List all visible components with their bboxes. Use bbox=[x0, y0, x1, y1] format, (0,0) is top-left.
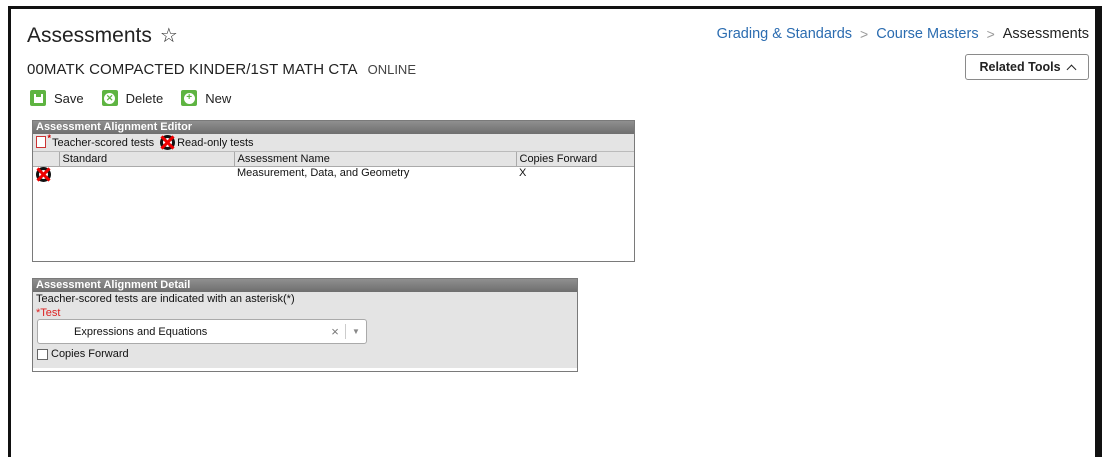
delete-button[interactable]: ✕ Delete bbox=[101, 90, 164, 106]
breadcrumb-current: Assessments bbox=[1002, 26, 1089, 42]
breadcrumb: Grading & Standards > Course Masters > A… bbox=[717, 26, 1089, 42]
read-only-icon bbox=[160, 135, 176, 150]
copies-forward-label: Copies Forward bbox=[51, 348, 129, 360]
copies-forward-checkbox[interactable] bbox=[37, 348, 48, 360]
editor-header: Assessment Alignment Editor bbox=[33, 121, 634, 134]
column-icon bbox=[33, 152, 60, 167]
row-standard bbox=[59, 166, 234, 185]
assessment-alignment-editor: Assessment Alignment Editor * Teacher-sc… bbox=[32, 120, 635, 262]
assessment-alignment-detail: Assessment Alignment Detail Teacher-scor… bbox=[32, 278, 578, 372]
delete-label: Delete bbox=[125, 90, 164, 106]
course-mode: ONLINE bbox=[367, 62, 416, 77]
breadcrumb-course-masters[interactable]: Course Masters bbox=[876, 26, 978, 42]
row-icon-cell bbox=[33, 166, 59, 185]
detail-body: Teacher-scored tests are indicated with … bbox=[33, 292, 577, 368]
new-button[interactable]: + New bbox=[181, 90, 231, 106]
page-title: Assessments ☆ bbox=[27, 24, 178, 48]
delete-icon: ✕ bbox=[101, 90, 118, 106]
column-assessment-name[interactable]: Assessment Name bbox=[234, 152, 517, 167]
editor-legend: * Teacher-scored tests Read-only tests bbox=[33, 133, 634, 152]
new-icon: + bbox=[181, 90, 198, 106]
test-select-value: Expressions and Equations bbox=[74, 325, 208, 338]
breadcrumb-grading-standards[interactable]: Grading & Standards bbox=[717, 26, 852, 42]
course-subtitle: 00MATK COMPACTED KINDER/1ST MATH CTA ONL… bbox=[27, 61, 416, 78]
teacher-scored-icon: * bbox=[36, 133, 51, 149]
detail-header: Assessment Alignment Detail bbox=[33, 279, 577, 292]
chevron-up-icon bbox=[1066, 64, 1076, 74]
page-title-text: Assessments bbox=[27, 24, 152, 47]
table-row[interactable]: Measurement, Data, and Geometry X bbox=[33, 166, 634, 185]
app-frame: Assessments ☆ 00MATK COMPACTED KINDER/1S… bbox=[8, 6, 1102, 457]
related-tools-button[interactable]: Related Tools bbox=[965, 54, 1089, 80]
caret-down-icon[interactable]: ▼ bbox=[346, 327, 366, 336]
editor-table: Standard Assessment Name Copies Forward … bbox=[33, 152, 634, 185]
chevron-right-icon: > bbox=[986, 26, 995, 42]
clear-icon[interactable]: × bbox=[325, 324, 345, 339]
save-icon bbox=[30, 90, 46, 106]
row-copies-forward: X bbox=[519, 166, 527, 179]
legend-read-only: Read-only tests bbox=[177, 136, 254, 149]
row-assessment-name: Measurement, Data, and Geometry bbox=[237, 166, 410, 179]
detail-note: Teacher-scored tests are indicated with … bbox=[33, 292, 298, 306]
copies-forward-field: Copies Forward bbox=[37, 348, 129, 360]
test-select[interactable]: Expressions and Equations × ▼ bbox=[37, 319, 367, 344]
column-standard[interactable]: Standard bbox=[59, 152, 235, 167]
new-label: New bbox=[205, 90, 232, 106]
read-only-icon bbox=[36, 166, 51, 182]
related-tools-label: Related Tools bbox=[979, 60, 1061, 74]
column-copies-forward[interactable]: Copies Forward bbox=[516, 152, 634, 167]
action-toolbar: Save ✕ Delete + New bbox=[30, 90, 231, 106]
page-content: Assessments ☆ 00MATK COMPACTED KINDER/1S… bbox=[11, 9, 1095, 457]
save-label: Save bbox=[54, 90, 84, 106]
save-button[interactable]: Save bbox=[30, 90, 84, 106]
test-label: *Test bbox=[36, 307, 61, 319]
course-name: 00MATK COMPACTED KINDER/1ST MATH CTA bbox=[27, 61, 358, 78]
star-icon[interactable]: ☆ bbox=[160, 26, 178, 46]
chevron-right-icon: > bbox=[860, 26, 869, 42]
legend-teacher-scored: Teacher-scored tests bbox=[52, 136, 155, 149]
